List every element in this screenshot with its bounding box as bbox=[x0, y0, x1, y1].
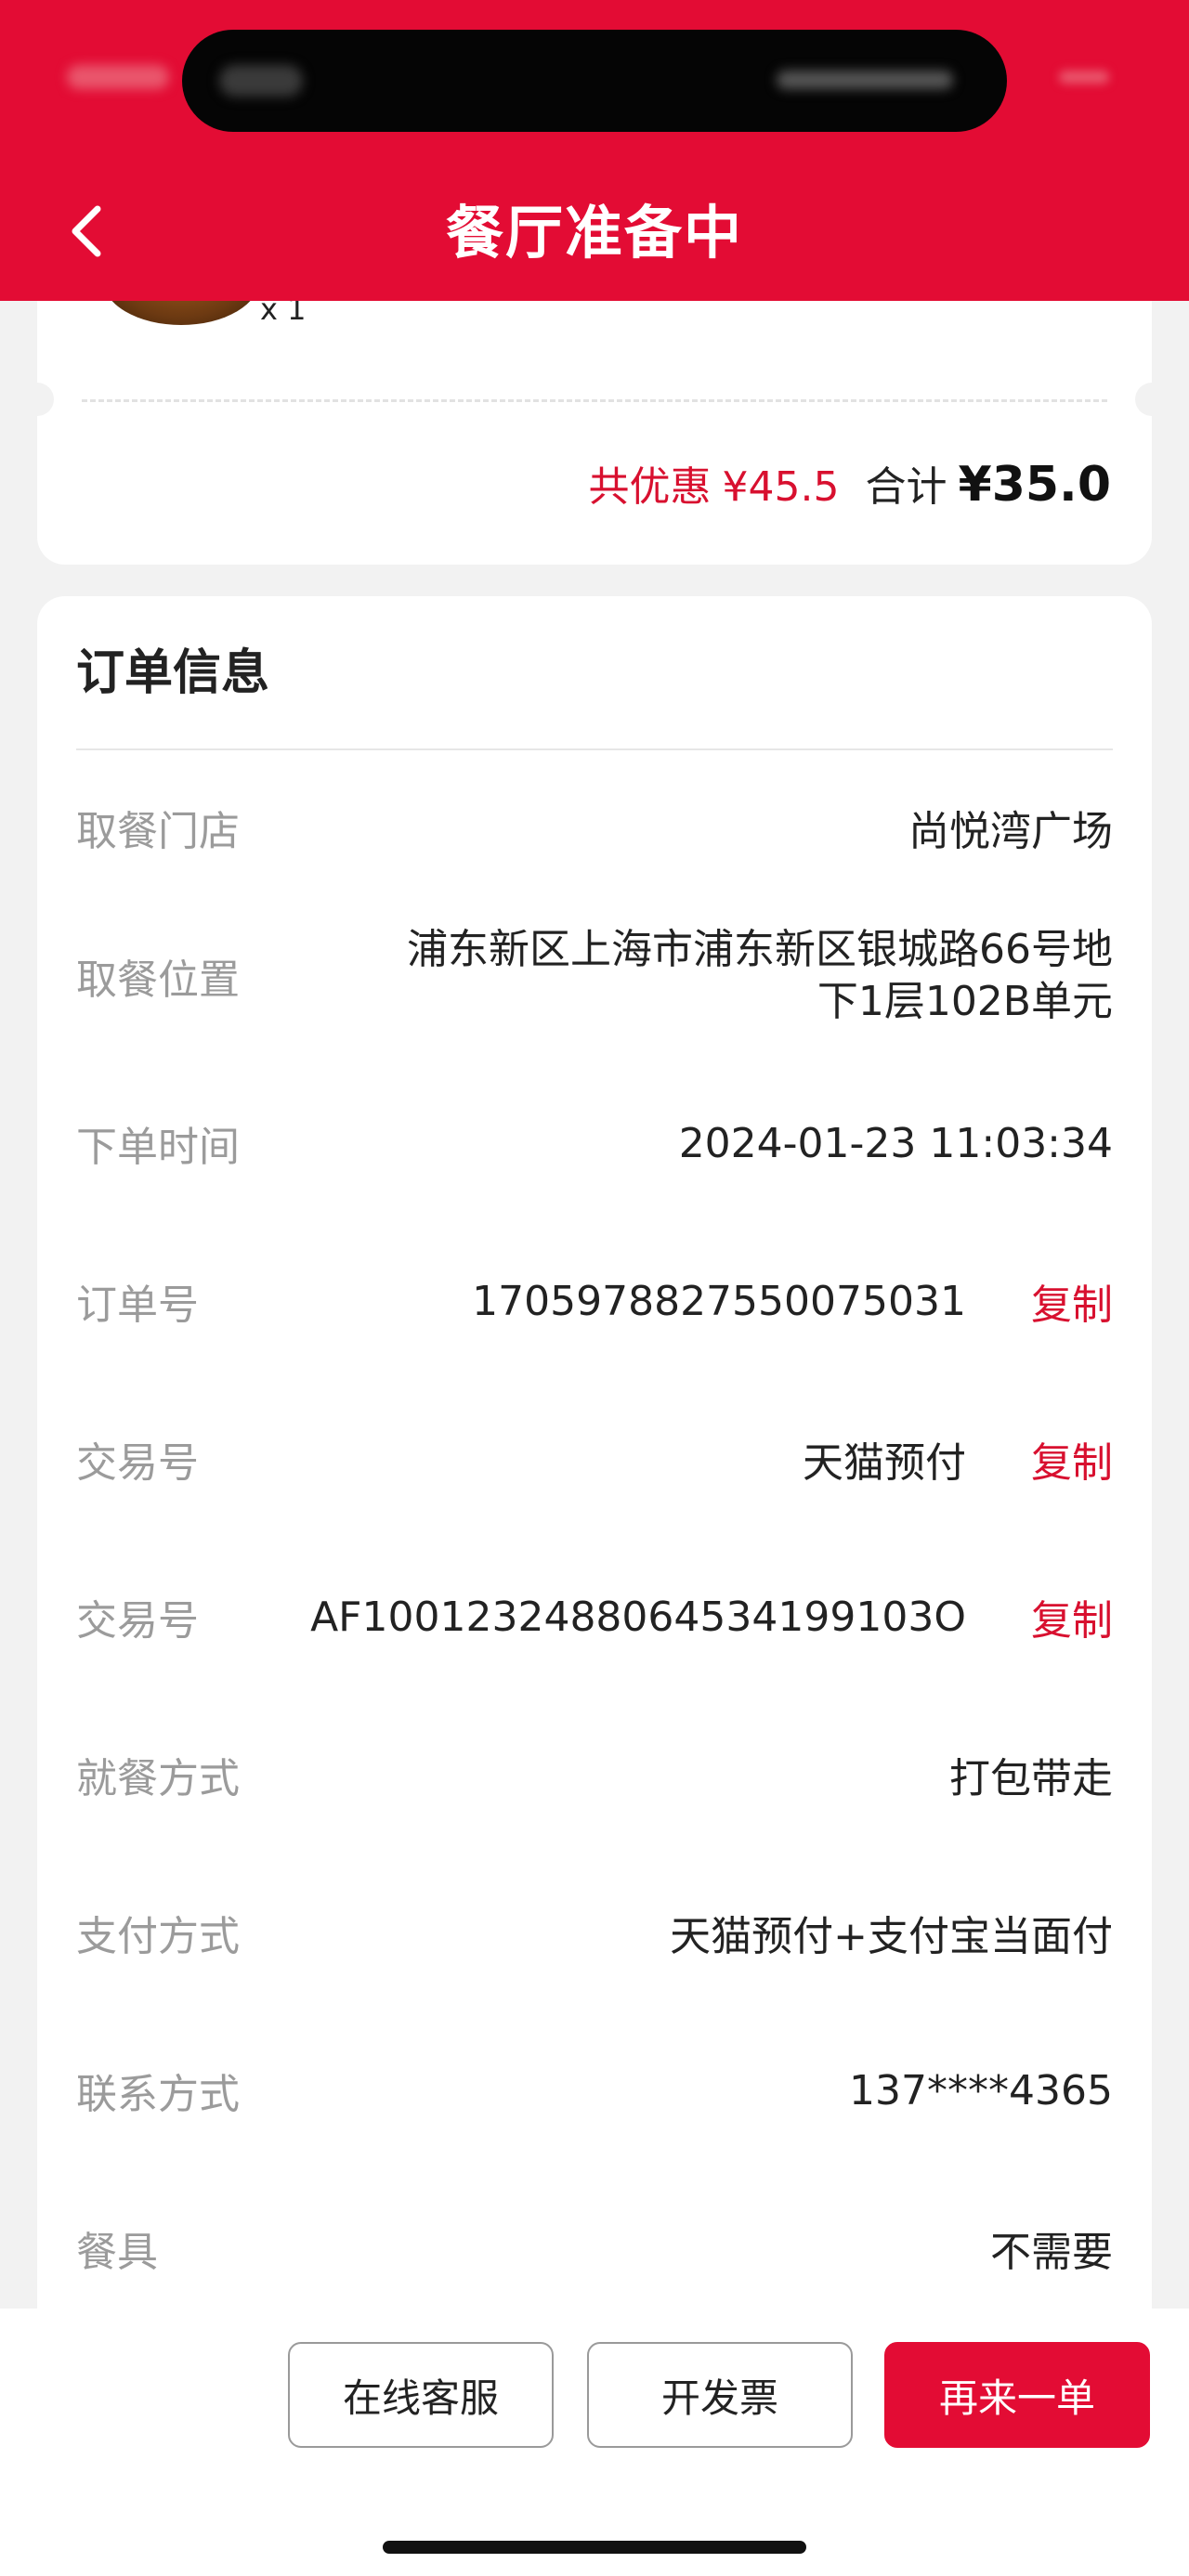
copy-transaction-button[interactable]: 复制 bbox=[1031, 1429, 1113, 1489]
app-header: 餐厅准备中 bbox=[0, 0, 1189, 301]
info-row-payment-method: 支付方式 天猫预付+支付宝当面付 bbox=[76, 1881, 1113, 1984]
page-title: 餐厅准备中 bbox=[445, 199, 743, 267]
total-label: 合计 bbox=[865, 463, 947, 511]
home-indicator bbox=[383, 2541, 806, 2554]
dynamic-island bbox=[182, 30, 1007, 132]
info-row-transaction-prepaid: 交易号 天猫预付 复制 bbox=[76, 1408, 1113, 1510]
dashed-divider bbox=[82, 399, 1107, 402]
total-value: ¥35.0 bbox=[958, 457, 1111, 513]
row-value: 137****4365 bbox=[849, 2066, 1113, 2114]
info-row-contact: 联系方式 137****4365 bbox=[76, 2039, 1113, 2141]
row-label: 联系方式 bbox=[76, 2071, 240, 2118]
row-label: 取餐位置 bbox=[76, 956, 240, 1004]
copy-order-number-button[interactable]: 复制 bbox=[1031, 1271, 1113, 1331]
customer-service-button[interactable]: 在线客服 bbox=[288, 2342, 554, 2448]
row-label: 订单号 bbox=[76, 1281, 199, 1329]
row-value: 不需要 bbox=[990, 2229, 1113, 2276]
info-row-order-number: 订单号 1705978827550075031 复制 bbox=[76, 1250, 1113, 1352]
info-row-pickup-location: 取餐位置 浦东新区上海市浦东新区银城路66号地下1层102B单元 bbox=[76, 906, 1113, 1046]
row-value: AF1001232488064534199103O bbox=[310, 1593, 966, 1641]
row-label: 取餐门店 bbox=[76, 808, 240, 855]
status-pill-progress bbox=[777, 71, 953, 89]
info-row-transaction-number: 交易号 AF1001232488064534199103O 复制 bbox=[76, 1566, 1113, 1668]
order-totals: 共优惠 ¥45.5 合计 ¥35.0 bbox=[589, 453, 1111, 518]
order-info-title: 订单信息 bbox=[76, 645, 270, 701]
bottom-action-bar: 在线客服 开发票 再来一单 bbox=[0, 2309, 1189, 2576]
ticket-notch-left bbox=[37, 383, 54, 416]
ticket-notch-right bbox=[1135, 383, 1152, 416]
row-label: 交易号 bbox=[76, 1597, 199, 1645]
row-label: 下单时间 bbox=[76, 1124, 240, 1171]
info-row-pickup-store: 取餐门店 尚悦湾广场 bbox=[76, 776, 1113, 878]
row-value: 天猫预付+支付宝当面付 bbox=[670, 1913, 1113, 1960]
info-row-dining-mode: 就餐方式 打包带走 bbox=[76, 1724, 1113, 1826]
status-bar-battery bbox=[1059, 71, 1109, 84]
info-row-tableware: 餐具 不需要 bbox=[76, 2197, 1113, 2299]
row-value: 打包带走 bbox=[949, 1755, 1113, 1802]
discount-value: ¥45.5 bbox=[722, 463, 840, 511]
status-pill-content bbox=[219, 65, 303, 97]
row-label: 就餐方式 bbox=[76, 1755, 240, 1802]
reorder-button[interactable]: 再来一单 bbox=[884, 2342, 1150, 2448]
row-value: 1705978827550075031 bbox=[472, 1277, 966, 1325]
row-value: 尚悦湾广场 bbox=[908, 808, 1113, 855]
row-value: 天猫预付 bbox=[803, 1439, 966, 1487]
discount-label: 共优惠 bbox=[588, 463, 712, 511]
row-label: 支付方式 bbox=[76, 1913, 240, 1960]
info-row-order-time: 下单时间 2024-01-23 11:03:34 bbox=[76, 1092, 1113, 1194]
row-value: 浦东新区上海市浦东新区银城路66号地下1层102B单元 bbox=[407, 926, 1113, 1025]
order-info-card: 订单信息 取餐门店 尚悦湾广场 取餐位置 浦东新区上海市浦东新区银城路66号地下… bbox=[37, 596, 1152, 2361]
order-info-divider bbox=[76, 748, 1113, 750]
invoice-button[interactable]: 开发票 bbox=[587, 2342, 853, 2448]
row-label: 交易号 bbox=[76, 1439, 199, 1487]
status-bar-time bbox=[67, 65, 169, 89]
row-value: 2024-01-23 11:03:34 bbox=[678, 1119, 1113, 1167]
copy-transaction-number-button[interactable]: 复制 bbox=[1031, 1587, 1113, 1646]
row-label: 餐具 bbox=[76, 2229, 158, 2276]
